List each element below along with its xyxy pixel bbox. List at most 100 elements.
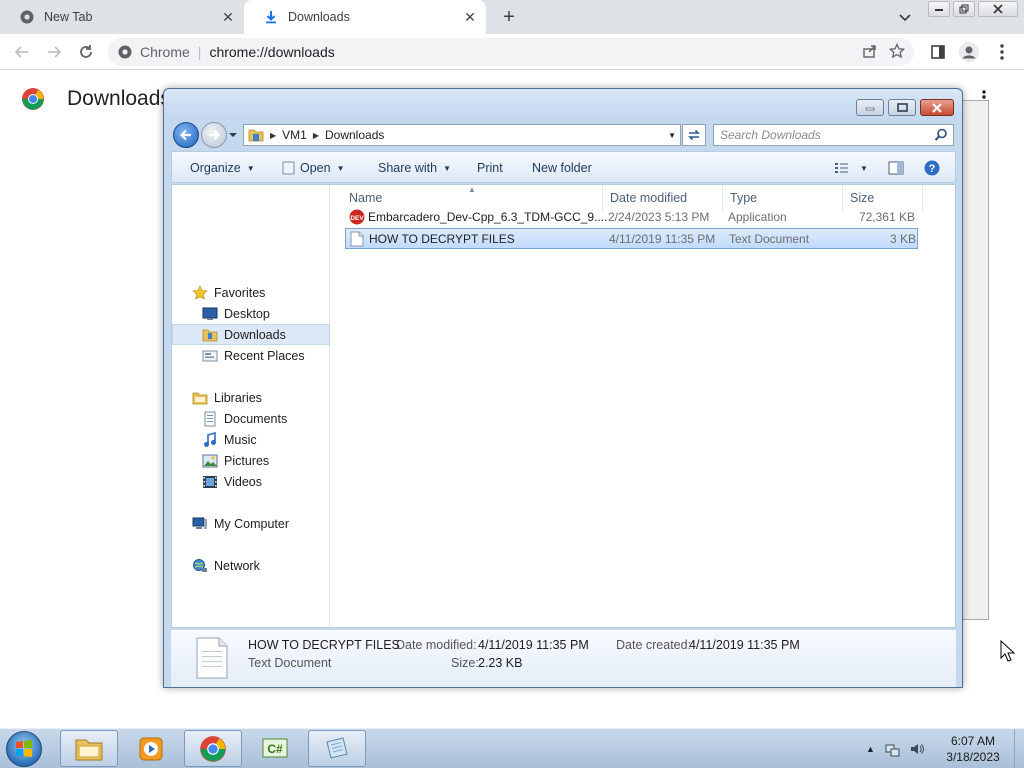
tab-new-tab[interactable]: New Tab ✕ (0, 0, 244, 34)
forward-button[interactable] (201, 122, 227, 148)
nav-pictures[interactable]: Pictures (172, 450, 330, 471)
view-options-icon[interactable]: ▼ (834, 160, 868, 176)
tab-search-chevron-icon[interactable] (896, 8, 914, 26)
nav-label: Favorites (214, 285, 266, 300)
url-text: chrome://downloads (209, 44, 335, 60)
back-button[interactable] (173, 122, 199, 148)
open-button[interactable]: Open ▼ (282, 160, 345, 176)
close-window-button[interactable] (920, 99, 954, 116)
breadcrumb-arrow-icon[interactable]: ▶ (313, 131, 319, 140)
preview-pane-icon[interactable] (888, 160, 904, 176)
breadcrumb-downloads[interactable]: Downloads (325, 128, 384, 142)
restore-button[interactable] (953, 1, 975, 17)
svg-text:DEV: DEV (350, 215, 364, 222)
explorer-address-area: ▶ VM1 ▶ Downloads ▼ Search Downloads (171, 121, 956, 149)
print-label: Print (477, 161, 503, 175)
minimize-button[interactable] (856, 99, 884, 116)
address-bar[interactable]: Chrome | chrome://downloads (108, 38, 914, 66)
minimize-button[interactable] (928, 1, 950, 17)
download-icon (264, 10, 278, 24)
file-name: HOW TO DECRYPT FILES (369, 232, 515, 246)
taskbar-explorer-button[interactable] (60, 730, 118, 767)
refresh-button[interactable] (682, 124, 706, 146)
table-row[interactable]: HOW TO DECRYPT FILES 4/11/2019 11:35 PM Te… (345, 228, 918, 249)
close-window-button[interactable] (978, 1, 1018, 17)
maximize-button[interactable] (888, 99, 916, 116)
star-icon (192, 284, 208, 301)
start-button[interactable] (6, 731, 42, 767)
nav-music[interactable]: Music (172, 429, 330, 450)
help-icon[interactable]: ? (924, 160, 940, 176)
nav-videos[interactable]: Videos (172, 471, 330, 492)
command-bar: Organize ▼ Open ▼ Share with ▼ Print New fo… (171, 151, 956, 183)
pictures-icon (202, 453, 218, 469)
taskbar-chrome-button[interactable] (184, 730, 242, 767)
volume-icon[interactable] (909, 741, 925, 757)
new-tab-button[interactable]: + (499, 6, 519, 28)
nav-favorites[interactable]: Favorites (172, 282, 330, 303)
text-file-icon (350, 231, 364, 250)
chrome-icon (199, 735, 227, 763)
history-dropdown-icon[interactable] (228, 129, 238, 139)
nav-documents[interactable]: Documents (172, 408, 330, 429)
forward-arrow-icon[interactable] (44, 42, 64, 62)
side-panel-icon[interactable] (928, 42, 948, 62)
explorer-window: ▶ VM1 ▶ Downloads ▼ Search Downloads Org… (163, 88, 963, 688)
address-breadcrumb[interactable]: ▶ VM1 ▶ Downloads ▼ (243, 124, 681, 146)
close-tab-icon[interactable]: ✕ (220, 9, 236, 25)
new-folder-button[interactable]: New folder (532, 160, 592, 176)
nav-label: Music (224, 432, 257, 447)
folder-icon (248, 128, 264, 142)
profile-avatar[interactable] (959, 42, 979, 62)
taskbar-notepad-button[interactable] (308, 730, 366, 767)
kebab-menu-icon[interactable] (992, 42, 1012, 62)
file-type: Application (728, 210, 787, 224)
detail-created-label: Date created: (616, 638, 692, 652)
csharp-icon: C# (261, 737, 289, 761)
nav-my-computer[interactable]: My Computer (172, 513, 330, 534)
media-player-icon (138, 736, 164, 762)
nav-libraries[interactable]: Libraries (172, 387, 330, 408)
nav-label: Downloads (224, 327, 286, 342)
tab-downloads[interactable]: Downloads ✕ (244, 0, 486, 34)
share-icon[interactable] (862, 43, 878, 62)
clock-date: 3/18/2023 (946, 750, 1000, 764)
network-icon (192, 558, 208, 574)
nav-recent-places[interactable]: Recent Places (172, 345, 330, 366)
explorer-title-bar[interactable] (164, 89, 962, 119)
detail-size-label: Size: (451, 656, 479, 670)
organize-button[interactable]: Organize ▼ (190, 160, 255, 176)
nav-desktop[interactable]: Desktop (172, 303, 330, 324)
bookmark-star-icon[interactable] (888, 42, 906, 62)
close-tab-icon[interactable]: ✕ (462, 9, 478, 25)
breadcrumb-vm1[interactable]: VM1 (282, 128, 307, 142)
back-arrow-icon[interactable] (12, 42, 32, 62)
reload-icon[interactable] (76, 42, 96, 62)
search-input[interactable]: Search Downloads (713, 124, 954, 146)
print-button[interactable]: Print (477, 160, 503, 176)
libraries-icon (192, 390, 208, 406)
chrome-icon (20, 10, 34, 24)
share-with-button[interactable]: Share with ▼ (378, 160, 451, 176)
svg-text:C#: C# (267, 742, 283, 756)
nav-downloads[interactable]: Downloads (172, 324, 330, 345)
nav-label: Recent Places (224, 348, 305, 363)
svg-text:?: ? (929, 163, 936, 175)
details-pane: HOW TO DECRYPT FILES Text Document Date … (171, 629, 956, 687)
breadcrumb-arrow-icon[interactable]: ▶ (270, 131, 276, 140)
taskbar-media-player-button[interactable] (122, 730, 180, 767)
system-clock[interactable]: 6:07 AM 3/18/2023 (936, 733, 1010, 765)
text-document-icon (195, 637, 229, 679)
show-hidden-icons-icon[interactable]: ▲ (866, 744, 875, 754)
tab-label: New Tab (44, 10, 93, 24)
column-label: Name (349, 191, 383, 205)
table-row[interactable]: DEV Embarcadero_Dev-Cpp_6.3_TDM-GCC_9....… (345, 207, 918, 228)
network-tray-icon[interactable] (885, 741, 901, 757)
notepad-icon (323, 736, 351, 762)
taskbar-csharp-button[interactable]: C# (246, 730, 304, 767)
search-icon[interactable] (934, 128, 948, 142)
file-size: 72,361 KB (858, 210, 915, 224)
show-desktop-button[interactable] (1014, 729, 1024, 768)
nav-network[interactable]: Network (172, 555, 330, 576)
address-dropdown-icon[interactable]: ▼ (668, 131, 676, 140)
